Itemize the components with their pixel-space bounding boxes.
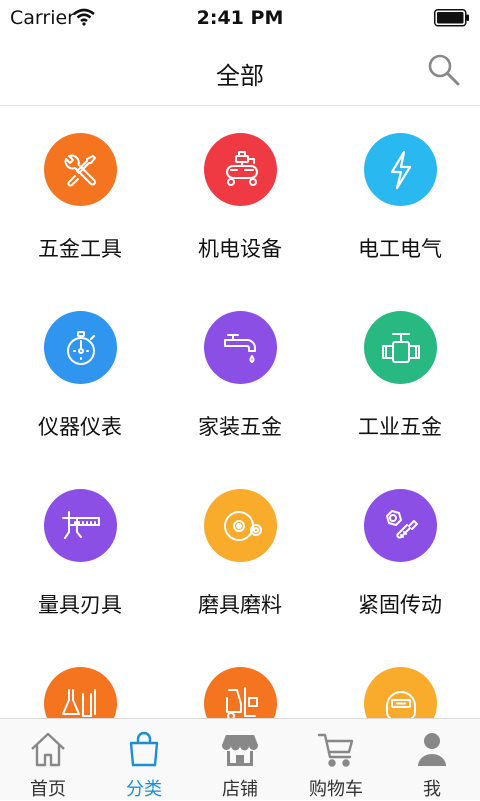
caliper-icon xyxy=(61,510,100,539)
category-item-fasteners[interactable]: 紧固传动 xyxy=(320,463,480,641)
tab-bar: 首页 分类 店铺 购物车 我 xyxy=(0,718,480,800)
category-item-industrial-hardware[interactable]: 工业五金 xyxy=(320,285,480,463)
tab-label: 分类 xyxy=(126,779,162,800)
battery-icon xyxy=(434,9,469,27)
status-bar: Carrier 2:41 PM xyxy=(0,0,480,36)
category-icon-circle xyxy=(44,311,117,384)
category-label: 电工电气 xyxy=(358,237,442,261)
stopwatch-icon xyxy=(66,330,95,365)
category-label: 仪器仪表 xyxy=(38,415,122,439)
search-icon[interactable] xyxy=(426,52,462,88)
tab-categories[interactable]: 分类 xyxy=(96,719,192,801)
category-icon-circle xyxy=(44,133,117,206)
tab-me[interactable]: 我 xyxy=(384,719,480,801)
welding-helmet-icon xyxy=(385,690,416,718)
lightning-bolt-icon xyxy=(390,150,411,189)
category-icon-circle xyxy=(364,311,437,384)
wrench-screwdriver-icon xyxy=(64,154,96,187)
forklift-icon xyxy=(225,686,258,718)
tab-cart[interactable]: 购物车 xyxy=(288,719,384,801)
tab-home[interactable]: 首页 xyxy=(0,719,96,801)
category-icon-circle xyxy=(364,133,437,206)
storefront-icon xyxy=(221,735,259,766)
valve-icon xyxy=(381,332,420,363)
category-icon-circle xyxy=(44,489,117,562)
category-icon-circle xyxy=(44,667,117,718)
category-icon-circle xyxy=(204,311,277,384)
category-label: 紧固传动 xyxy=(358,593,442,617)
category-icon-circle xyxy=(204,667,277,718)
category-icon-circle xyxy=(204,489,277,562)
page-title: 全部 xyxy=(216,62,264,90)
faucet-icon xyxy=(223,333,256,363)
category-item-instruments[interactable]: 仪器仪表 xyxy=(0,285,160,463)
category-label: 工业五金 xyxy=(358,415,442,439)
category-item-handling[interactable] xyxy=(160,641,320,718)
category-label: 机电设备 xyxy=(198,237,282,261)
category-item-safety[interactable] xyxy=(320,641,480,718)
category-icon-circle xyxy=(364,489,437,562)
tab-label: 购物车 xyxy=(309,779,363,800)
category-item-hardware-tools[interactable]: 五金工具 xyxy=(0,107,160,285)
category-label: 家装五金 xyxy=(198,415,282,439)
air-compressor-icon xyxy=(225,150,258,186)
tab-stores[interactable]: 店铺 xyxy=(192,719,288,801)
bolt-nut-icon xyxy=(385,509,418,539)
category-label: 磨具磨料 xyxy=(198,593,282,617)
tab-label: 我 xyxy=(423,779,441,800)
tab-label: 首页 xyxy=(30,779,66,800)
nav-header: 全部 xyxy=(0,36,480,106)
person-icon xyxy=(418,733,446,766)
category-item-electrical[interactable]: 电工电气 xyxy=(320,107,480,285)
category-item-abrasives[interactable]: 磨具磨料 xyxy=(160,463,320,641)
shopping-bag-icon xyxy=(129,731,159,767)
grinding-disc-icon xyxy=(223,510,262,541)
category-icon-circle xyxy=(364,667,437,718)
lab-flask-icon xyxy=(61,688,96,717)
category-item-electromechanical[interactable]: 机电设备 xyxy=(160,107,320,285)
clock: 2:41 PM xyxy=(196,7,284,29)
category-label: 五金工具 xyxy=(38,237,122,261)
category-item-measuring-cutting[interactable]: 量具刃具 xyxy=(0,463,160,641)
category-item-lab[interactable] xyxy=(0,641,160,718)
category-label: 量具刃具 xyxy=(38,593,122,617)
category-item-home-hardware[interactable]: 家装五金 xyxy=(160,285,320,463)
category-icon-circle xyxy=(204,133,277,206)
category-grid: 五金工具 机电设备 电工电气 仪器仪表 家装五金 工业五金 量具刃具 磨具磨料 … xyxy=(0,107,480,718)
home-icon xyxy=(31,732,65,767)
tab-label: 店铺 xyxy=(222,779,258,800)
cart-icon xyxy=(317,733,354,767)
